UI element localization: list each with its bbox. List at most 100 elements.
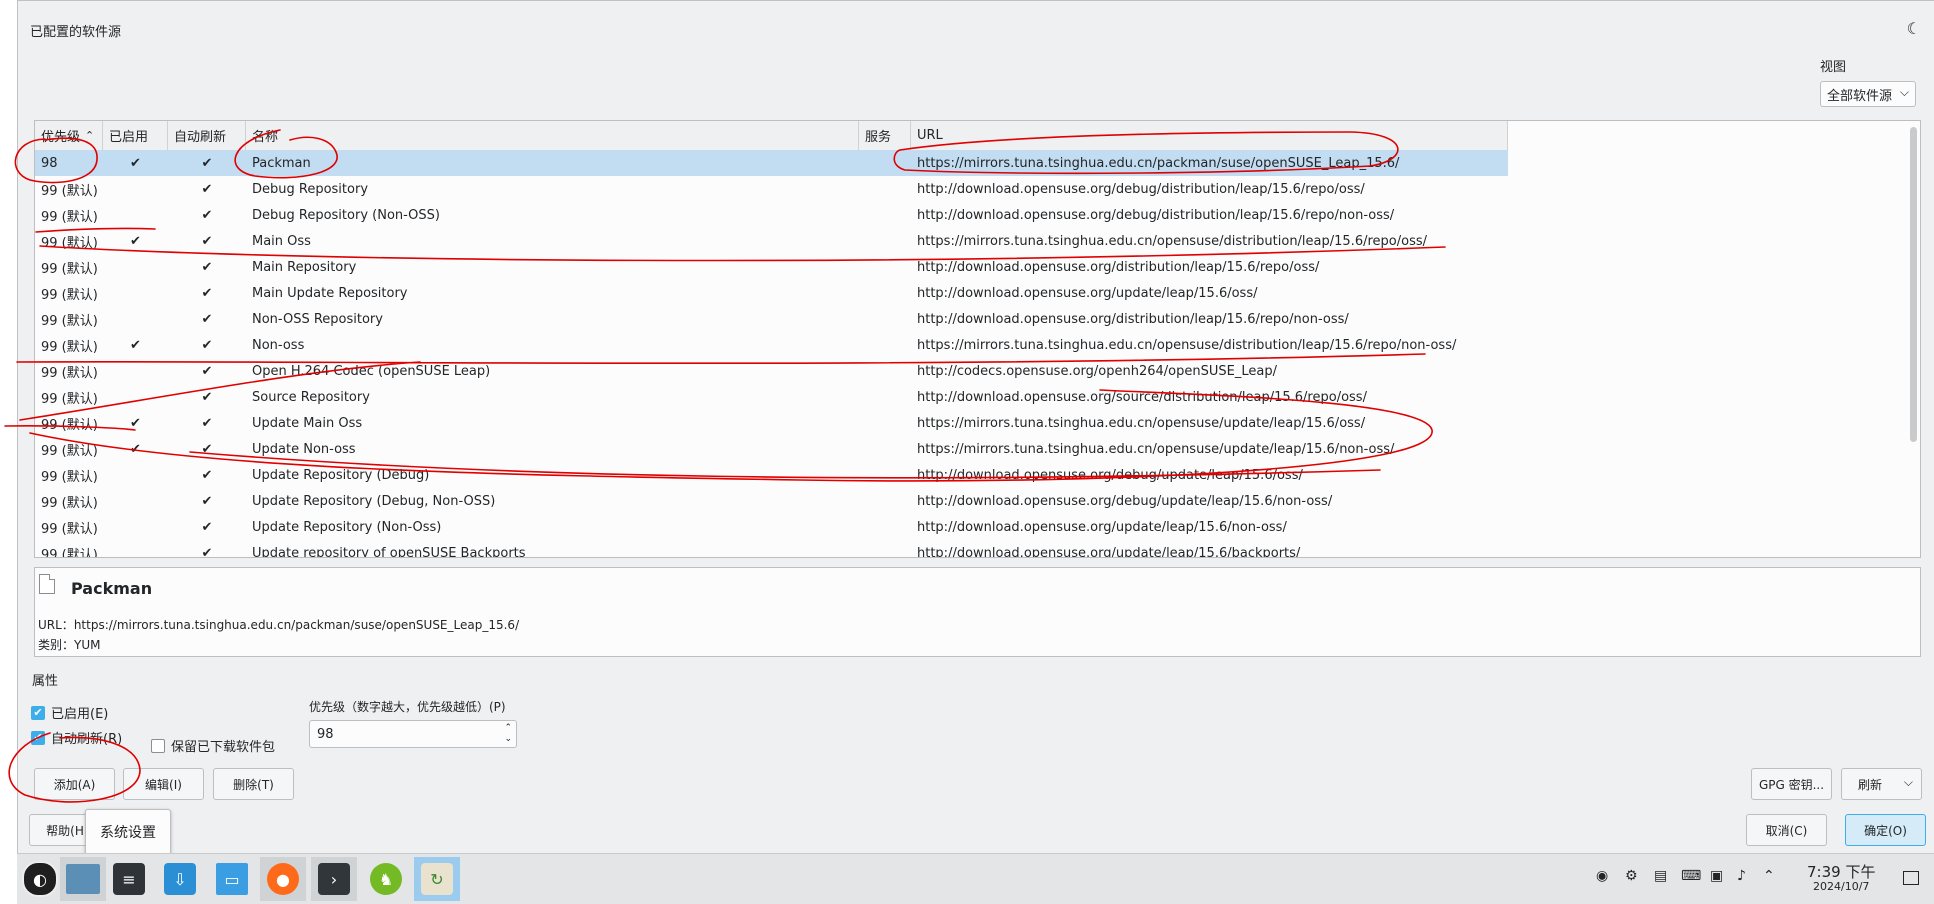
cell-priority: 99 (默认)	[41, 261, 98, 277]
cell-autorefresh: ✔	[201, 337, 213, 353]
table-body: 98 ✔ ✔ Packman https://mirrors.tuna.tsinghua…	[35, 150, 1908, 558]
autorefresh-checkbox-label: 自动刷新(R)	[51, 732, 123, 747]
cell-autorefresh: ✔	[201, 155, 213, 171]
cell-url: https://mirrors.tuna.tsinghua.edu.cn/ope…	[917, 441, 1395, 457]
delete-button[interactable]: 删除(T)	[213, 768, 294, 800]
table-row[interactable]: 99 (默认) ✔ ✔ Update Main Oss https://mirrors.…	[35, 410, 1908, 436]
repository-table[interactable]: 优先级 ⌃ 已启用 自动刷新 名称 服务 URL 98 ✔ ✔ Packman https…	[34, 120, 1921, 558]
cell-autorefresh: ✔	[201, 181, 213, 197]
enabled-checkbox[interactable]: ✔	[31, 705, 45, 720]
autorefresh-checkbox[interactable]: ✔	[31, 730, 45, 745]
show-desktop-icon[interactable]	[1903, 871, 1919, 885]
cell-name: Main Oss	[252, 233, 311, 249]
keep-packages-checkbox-row[interactable]: 保留已下载软件包	[151, 736, 275, 755]
refresh-menu-button[interactable]: 刷新 ⌵	[1841, 768, 1922, 800]
vertical-scrollbar[interactable]	[1906, 121, 1920, 557]
table-row[interactable]: 99 (默认) ✔ Open H.264 Codec (openSUSE Leap)…	[35, 358, 1908, 384]
gpg-keys-button[interactable]: GPG 密钥...	[1751, 768, 1832, 800]
expand-tray-icon[interactable]: ⌃	[1763, 868, 1775, 884]
column-header-enabled[interactable]: 已启用	[103, 121, 168, 150]
moon-icon[interactable]: ☾	[1907, 19, 1921, 38]
priority-label: 优先级（数字越大，优先级越低）(P)	[309, 700, 506, 714]
cell-name: Non-oss	[252, 337, 305, 353]
column-header-priority[interactable]: 优先级 ⌃	[35, 121, 103, 150]
table-row[interactable]: 99 (默认) ✔ Update Repository (Debug, Non-OS…	[35, 488, 1908, 514]
table-row[interactable]: 99 (默认) ✔ Non-OSS Repository http://downloa…	[35, 306, 1908, 332]
column-header-url[interactable]: URL	[911, 121, 1508, 150]
clipboard-icon[interactable]: ▤	[1654, 868, 1667, 884]
column-header-autorefresh[interactable]: 自动刷新	[168, 121, 246, 150]
cell-url: http://download.opensuse.org/source/dist…	[917, 389, 1367, 405]
desktop-pager-icon[interactable]	[60, 857, 106, 901]
priority-spinbox[interactable]: 98 ⌃ ⌄	[309, 720, 517, 748]
table-row[interactable]: 99 (默认) ✔ ✔ Update Non-oss https://mirrors.t…	[35, 436, 1908, 462]
table-row[interactable]: 99 (默认) ✔ ✔ Non-oss https://mirrors.tuna.tsi…	[35, 332, 1908, 358]
keyboard-icon[interactable]: ⌨	[1681, 868, 1701, 884]
table-row[interactable]: 99 (默认) ✔ Update repository of openSUSE Ba…	[35, 540, 1908, 558]
table-row[interactable]: 99 (默认) ✔ Update Repository (Debug) http://…	[35, 462, 1908, 488]
document-icon	[39, 574, 55, 594]
display-icon[interactable]: ▣	[1710, 868, 1723, 884]
cell-name: Update Repository (Debug, Non-OSS)	[252, 493, 496, 509]
terminal-icon[interactable]: ›	[311, 857, 357, 901]
table-row[interactable]: 99 (默认) ✔ Update Repository (Non-Oss) http:…	[35, 514, 1908, 540]
scrollbar-thumb[interactable]	[1910, 127, 1917, 442]
cell-priority: 99 (默认)	[41, 235, 98, 251]
view-label: 视图	[1820, 60, 1847, 75]
column-header-service[interactable]: 服务	[859, 121, 911, 150]
keep-packages-checkbox[interactable]	[151, 738, 165, 753]
cell-url: http://download.opensuse.org/debug/updat…	[917, 467, 1303, 483]
cell-name: Main Update Repository	[252, 285, 408, 301]
cell-enabled: ✔	[130, 415, 141, 431]
network-icon[interactable]: ⚙	[1625, 868, 1638, 884]
software-store-icon[interactable]: ⇩	[157, 857, 203, 901]
table-row[interactable]: 99 (默认) ✔ ✔ Main Oss https://mirrors.tuna.ts…	[35, 228, 1908, 254]
firefox-icon[interactable]: ●	[260, 857, 306, 901]
details-type-label: 类别：	[38, 638, 75, 652]
cell-enabled: ✔	[130, 337, 141, 353]
table-row[interactable]: 99 (默认) ✔ Source Repository http://download…	[35, 384, 1908, 410]
column-header-name[interactable]: 名称	[246, 121, 859, 150]
cell-autorefresh: ✔	[201, 467, 213, 483]
cell-name: Update Repository (Debug)	[252, 467, 430, 483]
cell-name: Source Repository	[252, 389, 370, 405]
enabled-checkbox-row[interactable]: ✔ 已启用(E)	[31, 703, 108, 722]
opensuse-launcher-icon[interactable]: ◐	[17, 857, 63, 901]
clock[interactable]: 7:39 下午 2024/10/7	[1807, 864, 1875, 894]
cell-priority: 98	[41, 155, 58, 171]
cell-name: Main Repository	[252, 259, 357, 275]
cell-url: https://mirrors.tuna.tsinghua.edu.cn/ope…	[917, 415, 1366, 431]
ok-button[interactable]: 确定(O)	[1845, 814, 1926, 846]
yast-icon[interactable]: ♞	[363, 857, 409, 901]
table-row[interactable]: 99 (默认) ✔ Debug Repository (Non-OSS) http:/…	[35, 202, 1908, 228]
cell-url: http://download.opensuse.org/debug/updat…	[917, 493, 1333, 509]
cell-name: Update Repository (Non-Oss)	[252, 519, 442, 535]
table-row[interactable]: 98 ✔ ✔ Packman https://mirrors.tuna.tsinghua…	[35, 150, 1508, 176]
cell-url: http://download.opensuse.org/debug/distr…	[917, 207, 1395, 223]
cancel-button[interactable]: 取消(C)	[1746, 814, 1827, 846]
cell-priority: 99 (默认)	[41, 547, 98, 558]
table-row[interactable]: 99 (默认) ✔ Main Repository http://download.o…	[35, 254, 1908, 280]
cell-url: http://codecs.opensuse.org/openh264/open…	[917, 363, 1277, 379]
system-settings-icon[interactable]: ≡	[106, 857, 152, 901]
details-url-value: https://mirrors.tuna.tsinghua.edu.cn/pac…	[73, 618, 520, 632]
cell-url: http://download.opensuse.org/update/leap…	[917, 519, 1287, 535]
cell-autorefresh: ✔	[201, 259, 213, 275]
cell-autorefresh: ✔	[201, 415, 213, 431]
table-row[interactable]: 99 (默认) ✔ Main Update Repository http://dow…	[35, 280, 1908, 306]
cell-priority: 99 (默认)	[41, 313, 98, 329]
window-title: 已配置的软件源	[30, 25, 122, 40]
edit-button[interactable]: 编辑(I)	[123, 768, 204, 800]
update-icon[interactable]: ◉	[1596, 868, 1608, 884]
package-installer-icon[interactable]: ↻	[414, 857, 460, 901]
add-button[interactable]: 添加(A)	[34, 768, 115, 800]
cell-priority: 99 (默认)	[41, 521, 98, 537]
cell-priority: 99 (默认)	[41, 209, 98, 225]
autorefresh-checkbox-row[interactable]: ✔ 自动刷新(R)	[31, 728, 122, 747]
view-select[interactable]: 全部软件源 ⌵	[1820, 81, 1916, 107]
volume-icon[interactable]: ♪	[1737, 868, 1746, 884]
cell-name: Debug Repository (Non-OSS)	[252, 207, 440, 223]
table-row[interactable]: 99 (默认) ✔ Debug Repository http://download.…	[35, 176, 1908, 202]
file-manager-icon[interactable]: ▭	[209, 857, 255, 901]
spin-arrows-icon[interactable]: ⌃ ⌄	[504, 723, 512, 745]
